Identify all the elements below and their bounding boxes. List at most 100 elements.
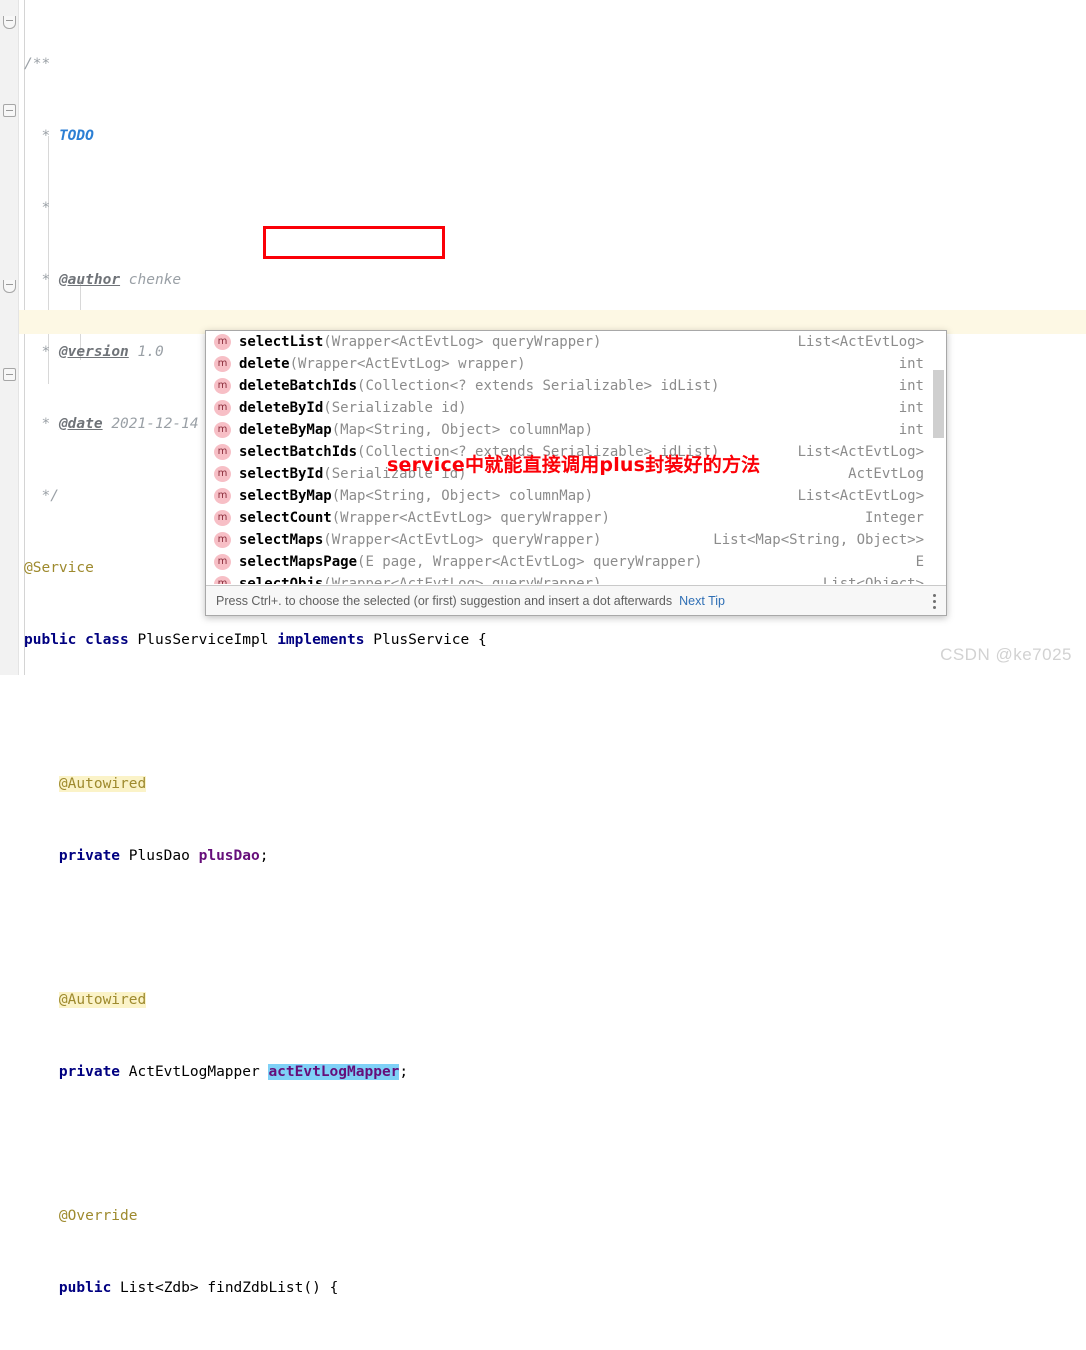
javadoc-star-version: * [41,344,51,360]
next-tip-link[interactable]: Next Tip [679,594,725,608]
completion-row[interactable]: m selectMaps(Wrapper<ActEvtLog> queryWrap… [206,529,946,551]
completion-row[interactable]: m deleteById(Serializable id) int [206,397,946,419]
javadoc-todo: TODO [58,128,94,144]
override-annotation: @Override [58,1208,138,1224]
completion-row-signature: (Wrapper<ActEvtLog> queryWrapper) [323,576,602,584]
completion-row-name: selectCount(Wrapper<ActEvtLog> queryWrap… [239,510,610,526]
completion-row-signature: (Wrapper<ActEvtLog> queryWrapper) [323,334,602,350]
completion-row[interactable]: m delete(Wrapper<ActEvtLog> wrapper) int [206,353,946,375]
method-icon: m [214,378,231,394]
service-annotation: @Service [24,560,94,576]
completion-row-signature: (Wrapper<ActEvtLog> wrapper) [289,356,526,372]
completion-row-return-type: List<ActEvtLog> [797,488,924,504]
javadoc-author-value: chenke [128,272,182,288]
code-line-4: * @author chenke [24,268,487,292]
method-icon: m [214,554,231,570]
kebab-menu-icon[interactable] [933,594,936,609]
completion-hint-text: Press Ctrl+. to choose the selected (or … [216,593,673,608]
completion-row[interactable]: m selectMapsPage(E page, Wrapper<ActEvtLo… [206,551,946,573]
method-icon: m [214,422,231,438]
completion-row-name: deleteByMap(Map<String, Object> columnMa… [239,422,594,438]
code-line-12: private PlusDao plusDao; [24,844,487,868]
private-keyword-2: private [58,1064,121,1080]
public-keyword: public [58,1280,112,1296]
code-fold-icon-class-end[interactable] [3,368,16,381]
code-fold-icon-javadoc-start[interactable] [3,16,16,29]
editor-gutter[interactable] [0,0,19,675]
class-name: PlusServiceImpl [137,632,269,648]
code-line-3: * [24,196,487,220]
autowired-annotation-1: @Autowired [58,776,147,792]
method-name: findZdbList() [207,1280,321,1296]
completion-row[interactable]: m deleteBatchIds(Collection<? extends Ser… [206,375,946,397]
javadoc-version-value: 1.0 [137,344,164,360]
method-icon: m [214,576,231,584]
method-brace-open: { [329,1280,339,1296]
public-class-keyword: public class [24,632,129,648]
code-line-17: @Override [24,1204,487,1228]
completion-row-return-type: int [898,400,924,416]
javadoc-star-author: * [41,272,51,288]
completion-row[interactable]: m selectList(Wrapper<ActEvtLog> queryWrap… [206,331,946,353]
completion-row-name: deleteBatchIds(Collection<? extends Seri… [239,378,720,394]
completion-row-signature: (Wrapper<ActEvtLog> queryWrapper) [331,510,610,526]
completion-row-name: delete(Wrapper<ActEvtLog> wrapper) [239,356,526,372]
code-line-1: /** [24,52,487,76]
watermark: CSDN @ke7025 [940,645,1072,664]
code-fold-icon-javadoc-end[interactable] [3,104,16,117]
completion-row-signature: (Map<String, Object> columnMap) [331,422,594,438]
interface-name: PlusService [373,632,470,648]
completion-row[interactable]: m selectByMap(Map<String, Object> columnM… [206,485,946,507]
javadoc-close: */ [41,488,59,504]
completion-scrollbar-track[interactable] [933,332,945,583]
javadoc-star-date: * [41,416,51,432]
completion-row-return-type: List<Map<String, Object>> [713,532,924,548]
completion-scrollbar-thumb[interactable] [933,370,944,438]
code-fold-icon-method[interactable] [3,280,16,293]
code-line-2: * TODO [24,124,487,148]
plusdao-field: plusDao [198,848,260,864]
completion-row-name: selectList(Wrapper<ActEvtLog> queryWrapp… [239,334,602,350]
annotation-note-text: service中就能直接调用plus封装好的方法 [387,454,761,476]
completion-row-name: selectObjs(Wrapper<ActEvtLog> queryWrapp… [239,573,601,584]
completion-row-name: selectMaps(Wrapper<ActEvtLog> queryWrapp… [239,532,602,548]
method-icon: m [214,334,231,350]
completion-row[interactable]: m selectObjs(Wrapper<ActEvtLog> queryWrap… [206,573,946,584]
code-text[interactable]: /** * TODO * * @author chenke * @version… [24,4,487,1350]
code-line-15: private ActEvtLogMapper actEvtLogMapper; [24,1060,487,1084]
method-icon: m [214,488,231,504]
method-return-type: List<Zdb> [120,1280,199,1296]
implements-keyword: implements [277,632,365,648]
semicolon-1: ; [259,848,269,864]
method-icon: m [214,532,231,548]
completion-row-return-type: int [898,356,924,372]
completion-row[interactable]: m deleteByMap(Map<String, Object> columnM… [206,419,946,441]
completion-row-return-type: E [915,554,924,570]
plusdao-type: PlusDao [128,848,190,864]
private-keyword-1: private [58,848,121,864]
code-line-9: public class PlusServiceImpl implements … [24,628,487,652]
javadoc-star-blank: * [41,200,51,216]
completion-row-signature: (Map<String, Object> columnMap) [331,488,594,504]
completion-row-name: deleteById(Serializable id) [239,400,467,416]
method-icon: m [214,356,231,372]
code-line-18: public List<Zdb> findZdbList() { [24,1276,487,1300]
completion-row-return-type: int [898,422,924,438]
code-editor[interactable]: /** * TODO * * @author chenke * @version… [0,0,1086,1296]
code-line-11: @Autowired [24,772,487,796]
method-icon: m [214,444,231,460]
completion-row-return-type: int [898,378,924,394]
completion-row-name: selectMapsPage(E page, Wrapper<ActEvtLog… [239,554,703,570]
completion-row-return-type: ActEvtLog [848,466,924,482]
javadoc-date-tag: @date [58,416,103,432]
method-icon: m [214,510,231,526]
completion-row[interactable]: m selectCount(Wrapper<ActEvtLog> queryWra… [206,507,946,529]
method-icon: m [214,400,231,416]
semicolon-2: ; [399,1064,409,1080]
completion-footer: Press Ctrl+. to choose the selected (or … [206,585,946,615]
javadoc-open: /** [24,56,51,72]
completion-row-name: selectByMap(Map<String, Object> columnMa… [239,488,594,504]
